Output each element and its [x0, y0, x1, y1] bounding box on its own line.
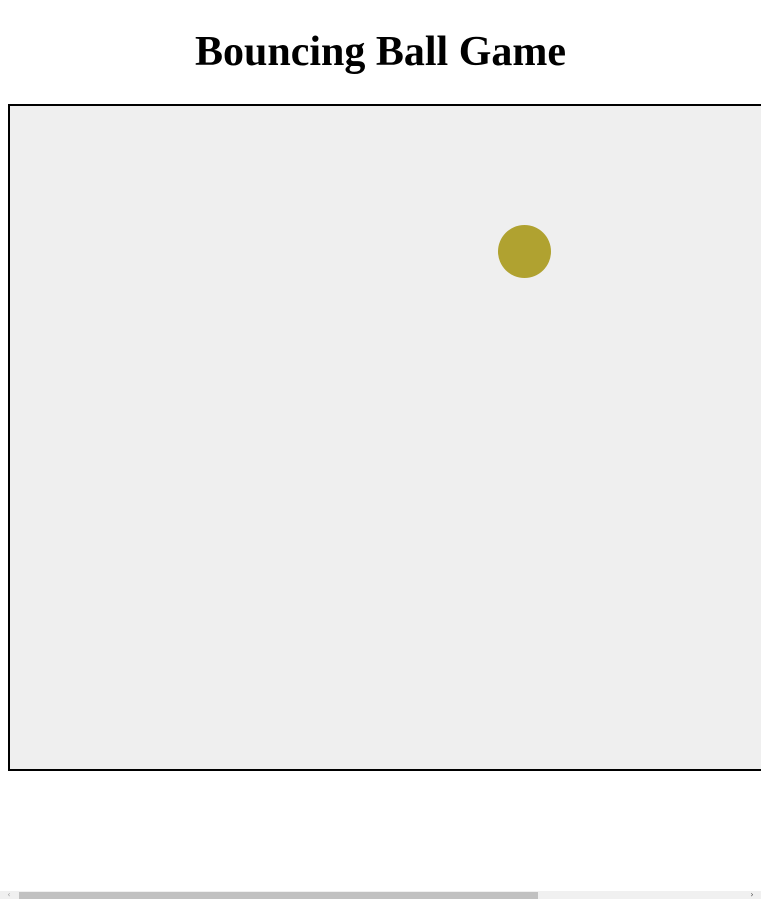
chevron-left-icon[interactable]: ‹: [0, 891, 18, 899]
ball: [498, 225, 551, 278]
horizontal-scrollbar[interactable]: ‹ ›: [0, 891, 761, 899]
scrollbar-thumb[interactable]: [19, 892, 538, 899]
game-canvas[interactable]: [8, 104, 761, 771]
page-title: Bouncing Ball Game: [194, 29, 567, 75]
chevron-right-icon[interactable]: ›: [743, 891, 761, 899]
